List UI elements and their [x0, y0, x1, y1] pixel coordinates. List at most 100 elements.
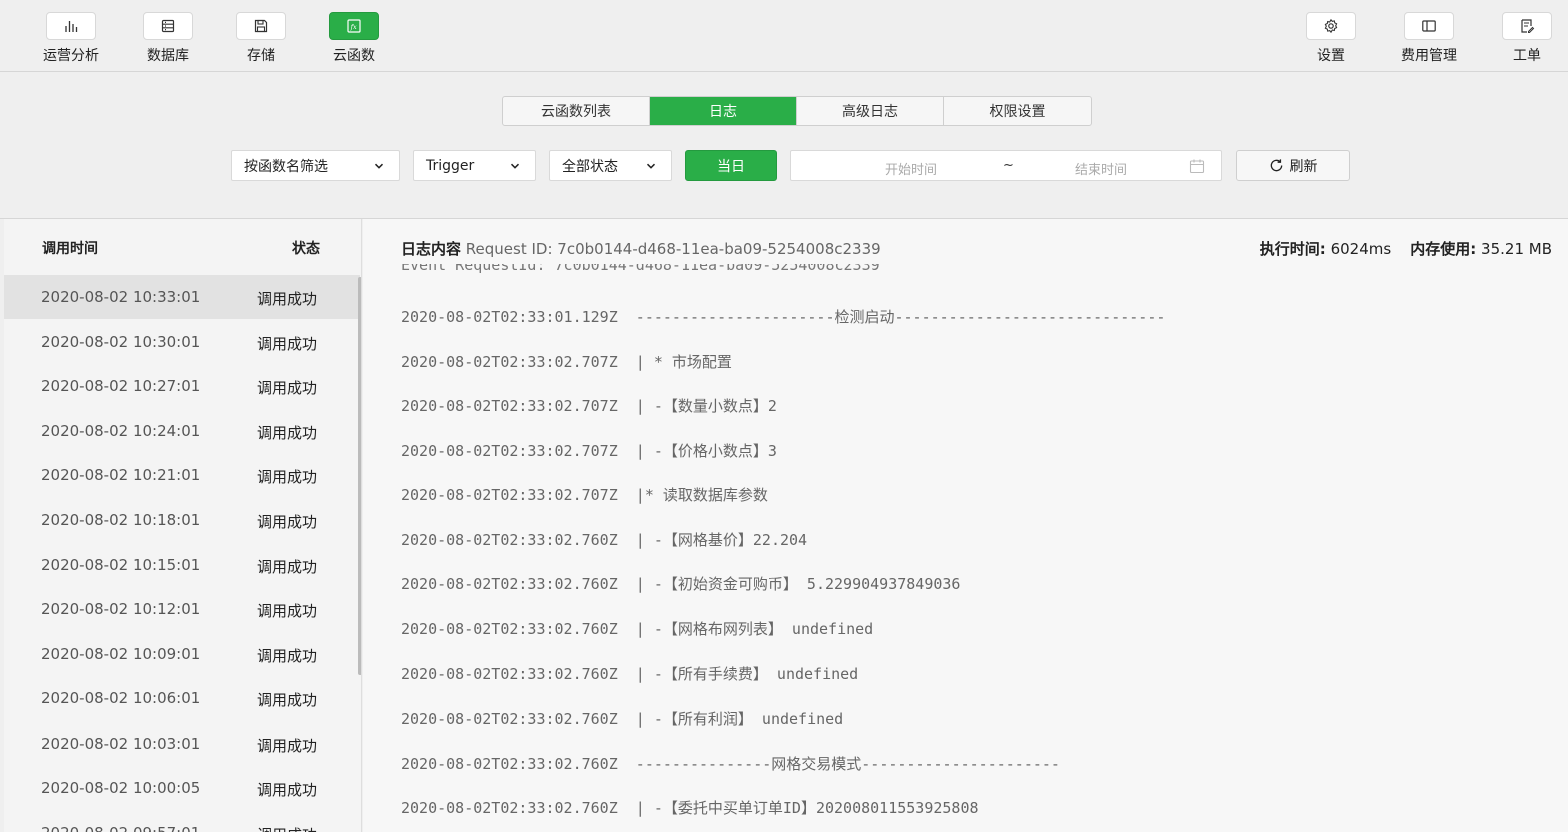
list-item[interactable]: 2020-08-02 09:57:01 调用成功 — [4, 811, 360, 832]
start-time-input[interactable]: 开始时间 — [885, 159, 937, 178]
tool-analytics-label: 运营分析 — [43, 48, 99, 64]
status-select[interactable]: 全部状态 — [549, 150, 672, 181]
status-select-value: 全部状态 — [562, 158, 618, 175]
invoke-status: 调用成功 — [257, 290, 318, 308]
tool-storage-label: 存储 — [247, 48, 275, 64]
tool-analytics-button[interactable] — [46, 12, 96, 40]
database-icon — [161, 19, 175, 33]
tool-billing-label: 费用管理 — [1401, 48, 1457, 64]
tool-storage-button[interactable] — [236, 12, 286, 40]
invoke-time: 2020-08-02 10:33:01 — [41, 288, 201, 306]
list-item[interactable]: 2020-08-02 10:03:01 调用成功 — [4, 722, 360, 766]
tool-database-button[interactable] — [143, 12, 193, 40]
tool-settings[interactable]: 设置 — [1291, 12, 1371, 65]
tab-permissions[interactable]: 权限设置 — [944, 97, 1091, 125]
tab-logs[interactable]: 日志 — [650, 97, 797, 125]
chevron-down-icon — [646, 163, 656, 169]
function-icon: fx — [347, 19, 361, 33]
chevron-down-icon — [510, 163, 520, 169]
invoke-time: 2020-08-02 10:18:01 — [41, 511, 201, 529]
log-line: 2020-08-02T02:33:01.129Z ---------------… — [401, 308, 1166, 326]
log-line: 2020-08-02T02:33:02.707Z | * 市场配置 — [401, 353, 732, 371]
log-line: 2020-08-02T02:33:02.707Z |* 读取数据库参数 — [401, 486, 768, 504]
invoke-status: 调用成功 — [257, 468, 318, 486]
tab-advanced-logs[interactable]: 高级日志 — [797, 97, 944, 125]
header-invoke-time: 调用时间 — [42, 241, 98, 257]
function-name-select[interactable]: 按函数名筛选 — [231, 150, 400, 181]
svg-text:fx: fx — [350, 23, 357, 31]
tool-ticket[interactable]: 工单 — [1487, 12, 1567, 65]
gear-icon — [1324, 18, 1338, 34]
list-item[interactable]: 2020-08-02 10:30:01 调用成功 — [4, 320, 360, 364]
tool-storage[interactable]: 存储 — [221, 12, 301, 65]
bar-chart-icon — [65, 21, 78, 32]
list-item[interactable]: 2020-08-02 10:00:05 调用成功 — [4, 766, 360, 810]
invoke-status: 调用成功 — [257, 602, 318, 620]
refresh-button[interactable]: 刷新 — [1236, 150, 1350, 181]
ticket-icon — [1521, 19, 1535, 33]
log-tabs: 云函数列表 日志 高级日志 权限设置 — [502, 96, 1092, 126]
tab-function-list[interactable]: 云函数列表 — [503, 97, 650, 125]
invoke-time: 2020-08-02 10:00:05 — [41, 779, 201, 797]
trigger-select[interactable]: Trigger — [413, 150, 536, 181]
tool-billing[interactable]: 费用管理 — [1389, 12, 1469, 65]
invoke-status: 调用成功 — [257, 781, 318, 799]
invoke-status: 调用成功 — [257, 691, 318, 709]
invoke-status: 调用成功 — [257, 513, 318, 531]
end-time-input[interactable]: 结束时间 — [1075, 159, 1127, 178]
invoke-status: 调用成功 — [257, 335, 318, 353]
invoke-time: 2020-08-02 10:12:01 — [41, 600, 201, 618]
tool-ticket-button[interactable] — [1502, 12, 1552, 40]
tool-settings-button[interactable] — [1306, 12, 1356, 40]
list-item[interactable]: 2020-08-02 10:15:01 调用成功 — [4, 543, 360, 587]
invoke-time: 2020-08-02 10:06:01 — [41, 689, 201, 707]
tool-cloud-function-label: 云函数 — [333, 48, 375, 64]
invoke-time: 2020-08-02 10:09:01 — [41, 645, 201, 663]
save-icon — [254, 19, 268, 33]
invoke-time: 2020-08-02 10:24:01 — [41, 422, 201, 440]
tool-database-label: 数据库 — [147, 48, 189, 64]
invoke-time: 2020-08-02 10:27:01 — [41, 377, 201, 395]
invoke-status: 调用成功 — [257, 737, 318, 755]
refresh-button-label: 刷新 — [1289, 158, 1318, 175]
tool-settings-label: 设置 — [1317, 48, 1345, 64]
list-scrollbar[interactable] — [358, 277, 361, 675]
date-range-picker[interactable]: 开始时间 ~ 结束时间 — [790, 150, 1222, 181]
list-item[interactable]: 2020-08-02 10:33:01 调用成功 — [4, 275, 360, 319]
invoke-time: 2020-08-02 09:57:01 — [41, 824, 200, 832]
refresh-icon — [1270, 159, 1282, 172]
log-content: 2020-08-02T02:33:01.129Z ---------------… — [401, 219, 1551, 832]
list-item[interactable]: 2020-08-02 10:12:01 调用成功 — [4, 587, 360, 631]
invoke-time: 2020-08-02 10:15:01 — [41, 556, 201, 574]
list-item[interactable]: 2020-08-02 10:21:01 调用成功 — [4, 453, 360, 497]
tool-cloud-function[interactable]: fx 云函数 — [314, 12, 394, 65]
function-name-select-value: 按函数名筛选 — [244, 158, 328, 175]
list-item[interactable]: 2020-08-02 10:18:01 调用成功 — [4, 498, 360, 542]
tool-database[interactable]: 数据库 — [128, 12, 208, 65]
log-line: 2020-08-02T02:33:02.760Z | -【所有利润】 undef… — [401, 710, 844, 728]
header-status: 状态 — [292, 241, 320, 257]
billing-icon — [1422, 20, 1436, 32]
tool-ticket-label: 工单 — [1513, 48, 1541, 64]
list-item[interactable]: 2020-08-02 10:09:01 调用成功 — [4, 632, 360, 676]
log-line: 2020-08-02T02:33:02.760Z | -【网格基价】22.204 — [401, 531, 808, 549]
trigger-select-value: Trigger — [426, 157, 475, 174]
tool-billing-button[interactable] — [1404, 12, 1454, 40]
invoke-status: 调用成功 — [257, 558, 318, 576]
invoke-status: 调用成功 — [257, 647, 318, 665]
tool-analytics[interactable]: 运营分析 — [31, 12, 111, 65]
invocation-list-header: 调用时间 状态 — [4, 219, 361, 275]
tool-cloud-function-button[interactable]: fx — [329, 12, 379, 40]
today-button[interactable]: 当日 — [685, 150, 777, 181]
list-item[interactable]: 2020-08-02 10:27:01 调用成功 — [4, 364, 360, 408]
list-item[interactable]: 2020-08-02 10:06:01 调用成功 — [4, 676, 360, 720]
invoke-status: 调用成功 — [257, 379, 318, 397]
invoke-time: 2020-08-02 10:03:01 — [41, 735, 201, 753]
log-line: 2020-08-02T02:33:02.760Z ---------------… — [401, 755, 1060, 773]
log-panel: 日志内容 Request ID: 7c0b0144-d468-11ea-ba09… — [363, 219, 1568, 832]
list-item[interactable]: 2020-08-02 10:24:01 调用成功 — [4, 409, 360, 453]
log-line: 2020-08-02T02:33:02.707Z | -【价格小数点】3 — [401, 442, 777, 460]
invoke-time: 2020-08-02 10:30:01 — [41, 333, 201, 351]
invoke-status: 调用成功 — [257, 824, 317, 832]
invocation-list: 调用时间 状态 2020-08-02 10:33:01 调用成功 2020-08… — [4, 219, 362, 832]
